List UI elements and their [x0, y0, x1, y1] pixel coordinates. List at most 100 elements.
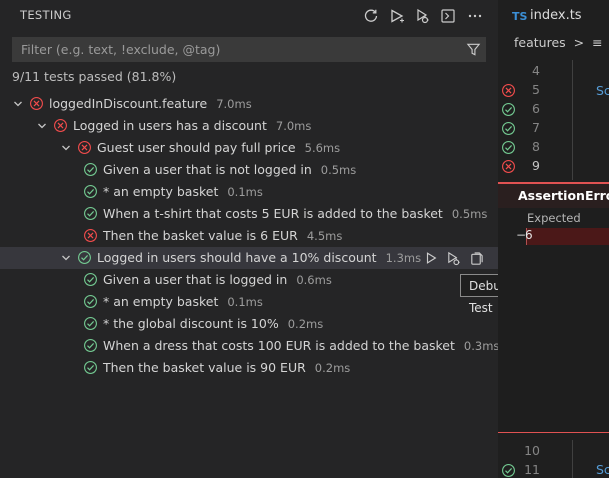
error-peek-border-bottom [498, 432, 609, 433]
passed-icon [84, 317, 97, 330]
test-label: Given a user that is logged in 0.6ms [103, 272, 332, 287]
gutter-passed-button[interactable] [501, 140, 516, 155]
line-number: 10 [524, 443, 540, 458]
gutter-failed-button[interactable] [501, 159, 516, 174]
refresh-tests-button[interactable] [360, 5, 382, 27]
expected-value: 6 [525, 228, 533, 242]
test-step-row[interactable]: When a dress that costs 100 EUR is added… [0, 335, 500, 357]
test-name: When a t-shirt that costs 5 EUR is added… [103, 206, 443, 221]
passed-icon [502, 464, 515, 477]
show-output-button[interactable] [437, 5, 459, 27]
test-step-row[interactable]: * an empty basket 0.1ms [0, 181, 498, 203]
testing-panel: TESTING Filter (e.g. text, !exclude, @ta… [0, 0, 518, 478]
passed-icon [502, 141, 515, 154]
indent-guide [572, 60, 573, 180]
editor-pane: TS index.ts features > ≡ lo 456789 Sc As… [498, 0, 609, 478]
filter-input[interactable]: Filter (e.g. text, !exclude, @tag) [12, 37, 486, 62]
test-name: * the global discount is 10% [103, 316, 279, 331]
run-all-icon [391, 9, 404, 23]
test-duration: 7.0ms [275, 119, 312, 133]
line-number: 4 [532, 63, 540, 78]
editor-tab[interactable]: TS index.ts [498, 0, 609, 33]
failed-icon [54, 119, 67, 132]
debug-test-button[interactable] [444, 249, 462, 267]
failed-icon [502, 160, 515, 173]
run-icon [426, 252, 437, 264]
test-name: * an empty basket [103, 294, 219, 309]
code-fragment: Sc [596, 462, 609, 477]
more-actions-icon [468, 14, 482, 18]
test-label: Given a user that is not logged in 0.5ms [103, 162, 356, 177]
breadcrumb-separator: > [573, 35, 585, 50]
test-duration: 0.5ms [451, 207, 488, 221]
test-duration: 1.3ms [385, 251, 422, 265]
test-duration: 0.5ms [320, 163, 357, 177]
test-suite-row[interactable]: Logged in users should have a 10% discou… [0, 247, 498, 269]
passed-icon [84, 163, 97, 176]
chevron-down-icon[interactable] [60, 142, 72, 154]
test-step-row[interactable]: Then the basket value is 90 EUR 0.2ms [0, 357, 498, 379]
test-suite-row[interactable]: Logged in users has a discount 7.0ms [0, 115, 498, 137]
test-suite-row[interactable]: loggedInDiscount.feature 7.0ms [0, 93, 498, 115]
test-label: Then the basket value is 90 EUR 0.2ms [103, 360, 350, 375]
failed-icon [78, 141, 91, 154]
test-step-row[interactable]: Given a user that is logged in 0.6ms [0, 269, 498, 291]
passed-icon [502, 122, 515, 135]
chevron-down-icon[interactable] [36, 120, 48, 132]
test-duration: 4.5ms [306, 229, 343, 243]
debug-all-icon [417, 8, 429, 24]
passed-icon [502, 103, 515, 116]
error-title: AssertionError [ [518, 188, 609, 203]
gutter-passed-button[interactable] [501, 102, 516, 117]
gutter-failed-button[interactable] [501, 83, 516, 98]
test-duration: 0.1ms [227, 295, 263, 309]
test-duration: 0.6ms [296, 273, 332, 287]
breadcrumb-folder[interactable]: features [514, 35, 566, 50]
refresh-icon [364, 9, 378, 22]
test-step-row[interactable]: * the global discount is 10% 0.2ms [0, 313, 498, 335]
go-to-file-icon [470, 251, 483, 265]
debug-all-tests-button[interactable] [411, 5, 433, 27]
code-fragment: Sc [596, 83, 609, 98]
go-to-test-button[interactable] [467, 249, 485, 267]
test-label: Then the basket value is 6 EUR 4.5ms [103, 228, 342, 243]
run-test-button[interactable] [422, 249, 440, 267]
test-suite-row[interactable]: Guest user should pay full price 5.6ms [0, 137, 498, 159]
test-name: Then the basket value is 6 EUR [103, 228, 298, 243]
test-label: Guest user should pay full price 5.6ms [97, 140, 340, 155]
more-actions-button[interactable] [464, 5, 486, 27]
debug-icon [447, 251, 460, 265]
tab-filename: index.ts [530, 8, 582, 23]
test-step-row[interactable]: * an empty basket 0.1ms [0, 291, 498, 313]
test-label: Logged in users has a discount 7.0ms [73, 118, 311, 133]
passed-icon [78, 251, 91, 264]
test-name: Then the basket value is 90 EUR [103, 360, 306, 375]
failed-icon [30, 97, 43, 110]
test-label: loggedInDiscount.feature 7.0ms [49, 96, 252, 111]
test-duration: 0.2ms [314, 361, 351, 375]
gutter-passed-button[interactable] [501, 121, 516, 136]
run-all-tests-button[interactable] [386, 5, 408, 27]
test-label: Logged in users should have a 10% discou… [97, 250, 421, 265]
breadcrumb-path[interactable]: features > ≡ lo [514, 35, 609, 50]
test-duration: 0.1ms [227, 185, 263, 199]
typescript-file-icon: TS [512, 10, 528, 23]
passed-icon [84, 295, 97, 308]
test-duration: 0.3ms [463, 339, 500, 353]
filter-icon[interactable] [466, 42, 481, 57]
test-name: When a dress that costs 100 EUR is added… [103, 338, 455, 353]
chevron-down-icon[interactable] [60, 252, 72, 264]
error-peek-body: Expected − 6 [498, 208, 609, 432]
test-label: When a t-shirt that costs 5 EUR is added… [103, 206, 487, 221]
passed-icon [84, 361, 97, 374]
test-step-row[interactable]: Then the basket value is 6 EUR 4.5ms [0, 225, 498, 247]
chevron-down-icon[interactable] [12, 98, 24, 110]
test-duration: 0.2ms [287, 317, 324, 331]
error-peek-header: AssertionError [ [498, 184, 609, 208]
test-name: Guest user should pay full price [97, 140, 296, 155]
test-step-row[interactable]: When a t-shirt that costs 5 EUR is added… [0, 203, 498, 225]
test-step-row[interactable]: Given a user that is not logged in 0.5ms [0, 159, 498, 181]
gutter-passed-button[interactable] [501, 463, 516, 478]
failed-icon [84, 229, 97, 242]
symbol-icon: ≡ [592, 35, 603, 50]
